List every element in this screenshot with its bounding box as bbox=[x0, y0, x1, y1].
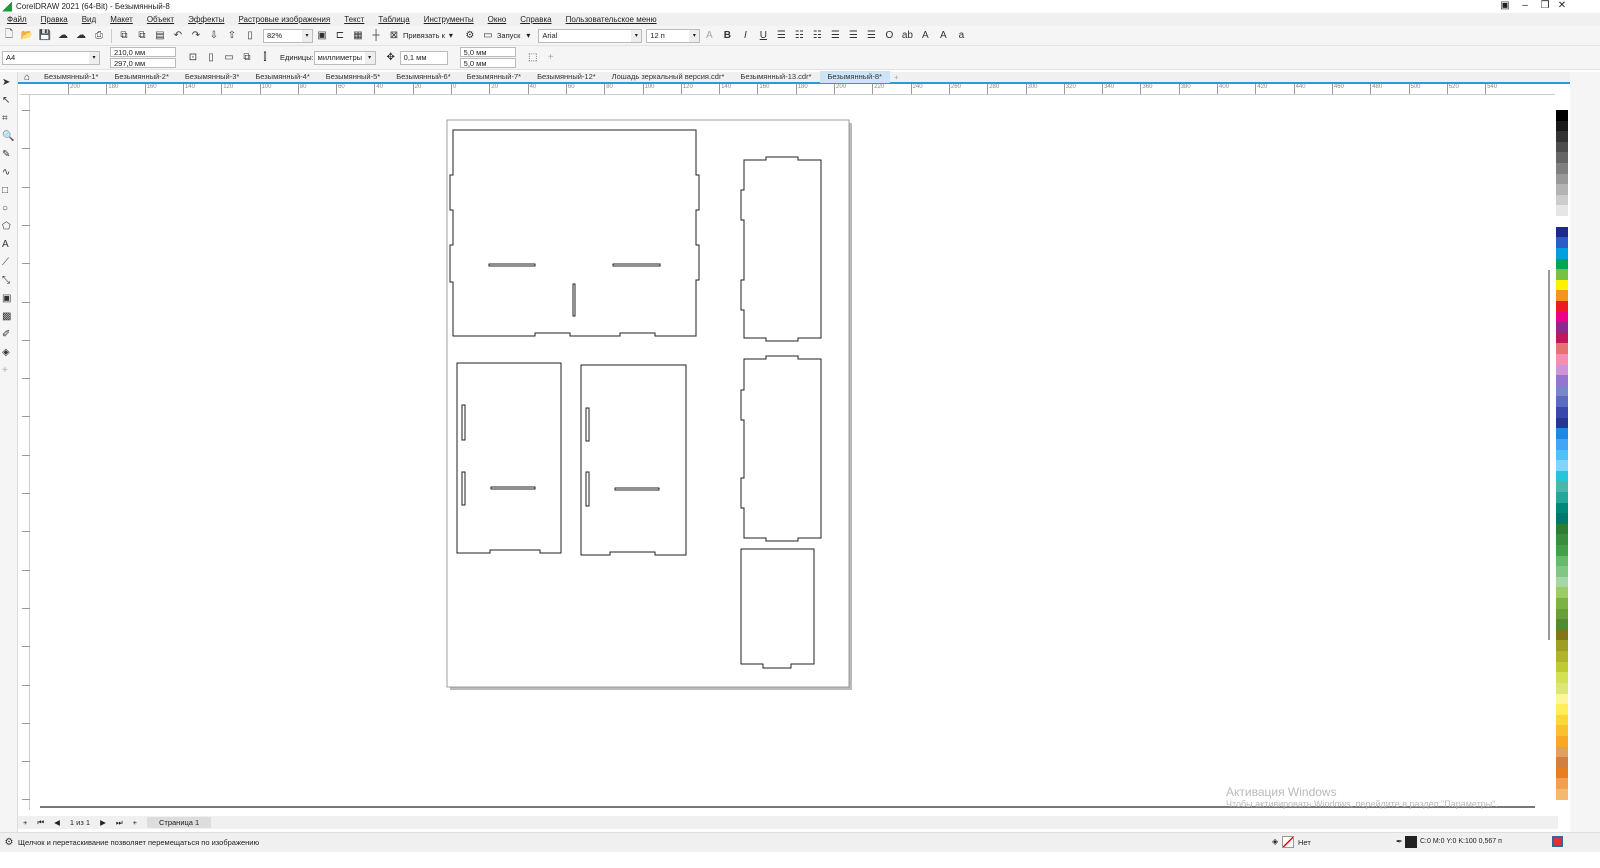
color-swatch[interactable] bbox=[1556, 110, 1568, 121]
color-swatch[interactable] bbox=[1556, 194, 1568, 206]
page-navigator: + ⏮ ◀ 1 из 1 ▶ ⏭ + Страница 1 bbox=[18, 816, 1558, 829]
color-swatch[interactable] bbox=[1556, 290, 1568, 301]
color-swatch[interactable] bbox=[1556, 704, 1568, 715]
color-swatch[interactable] bbox=[1556, 608, 1568, 620]
color-swatch[interactable] bbox=[1556, 449, 1568, 461]
outline-status: C:0 M:0 Y:0 K:100 0,567 п bbox=[1420, 838, 1502, 845]
gear-icon[interactable]: ⚙ bbox=[2, 836, 16, 850]
color-swatch[interactable] bbox=[1556, 300, 1568, 312]
color-swatch[interactable] bbox=[1556, 258, 1568, 270]
docker-strip bbox=[1570, 72, 1600, 832]
watermark-text: Чтобы активировать Windows, перейдите в … bbox=[1226, 799, 1498, 809]
color-swatch[interactable] bbox=[1556, 587, 1568, 599]
watermark-title: Активация Windows bbox=[1226, 785, 1337, 799]
color-swatch[interactable] bbox=[1556, 417, 1568, 429]
color-swatch[interactable] bbox=[1556, 311, 1568, 323]
color-swatch[interactable] bbox=[1556, 354, 1568, 365]
color-swatch[interactable] bbox=[1556, 598, 1568, 609]
color-swatch[interactable] bbox=[1556, 725, 1568, 736]
color-swatch[interactable] bbox=[1556, 279, 1568, 291]
color-palette[interactable] bbox=[1556, 110, 1568, 800]
color-swatch[interactable] bbox=[1556, 714, 1568, 726]
color-swatch[interactable] bbox=[1556, 778, 1568, 789]
status-hint: Щелчок и перетаскивание позволяет переме… bbox=[18, 838, 260, 847]
color-swatch[interactable] bbox=[1556, 661, 1568, 673]
color-swatch[interactable] bbox=[1556, 322, 1568, 333]
page-count: 1 из 1 bbox=[69, 818, 91, 827]
last-page-icon[interactable]: ⏭ bbox=[116, 818, 123, 828]
color-swatch[interactable] bbox=[1556, 332, 1568, 344]
color-swatch[interactable] bbox=[1556, 672, 1568, 683]
color-swatch[interactable] bbox=[1556, 375, 1568, 386]
color-swatch[interactable] bbox=[1556, 693, 1568, 705]
color-swatch[interactable] bbox=[1556, 396, 1568, 408]
color-swatch[interactable] bbox=[1556, 629, 1568, 641]
prev-page-icon[interactable]: ◀ bbox=[54, 818, 60, 827]
windows-activation-watermark: Активация Windows Чтобы активировать Win… bbox=[1226, 785, 1498, 809]
next-page-icon[interactable]: ▶ bbox=[100, 818, 106, 827]
color-swatch[interactable] bbox=[1556, 470, 1568, 482]
color-swatch[interactable] bbox=[1556, 682, 1568, 694]
color-swatch[interactable] bbox=[1556, 651, 1568, 662]
color-swatch[interactable] bbox=[1556, 407, 1568, 418]
color-swatch[interactable] bbox=[1556, 131, 1568, 142]
color-swatch[interactable] bbox=[1556, 566, 1568, 577]
color-swatch[interactable] bbox=[1556, 247, 1568, 259]
page bbox=[446, 119, 850, 688]
page-tab[interactable]: Страница 1 bbox=[146, 817, 212, 828]
add-page-end-icon[interactable]: + bbox=[133, 818, 137, 827]
no-fill-swatch[interactable] bbox=[1282, 836, 1294, 848]
first-page-icon[interactable]: ⏮ bbox=[37, 818, 44, 828]
color-swatch[interactable] bbox=[1556, 534, 1568, 545]
color-swatch[interactable] bbox=[1556, 237, 1568, 248]
color-swatch[interactable] bbox=[1556, 735, 1568, 747]
color-proof-icon[interactable] bbox=[1552, 836, 1563, 847]
color-swatch[interactable] bbox=[1556, 502, 1568, 514]
color-swatch[interactable] bbox=[1556, 428, 1568, 439]
color-swatch[interactable] bbox=[1556, 438, 1568, 450]
color-swatch[interactable] bbox=[1556, 141, 1568, 153]
color-swatch[interactable] bbox=[1556, 555, 1568, 567]
color-swatch[interactable] bbox=[1556, 152, 1568, 164]
color-swatch[interactable] bbox=[1556, 757, 1568, 768]
color-swatch[interactable] bbox=[1556, 491, 1568, 503]
color-swatch[interactable] bbox=[1556, 269, 1568, 280]
status-bar: ⚙ Щелчок и перетаскивание позволяет пере… bbox=[0, 832, 1600, 852]
color-swatch[interactable] bbox=[1556, 385, 1568, 397]
color-swatch[interactable] bbox=[1556, 789, 1568, 800]
color-swatch[interactable] bbox=[1556, 746, 1568, 758]
color-swatch[interactable] bbox=[1556, 513, 1568, 524]
outline-pen-icon: ✒ bbox=[1396, 837, 1403, 846]
color-swatch[interactable] bbox=[1556, 163, 1568, 174]
color-swatch[interactable] bbox=[1556, 184, 1568, 195]
color-swatch[interactable] bbox=[1556, 544, 1568, 556]
color-swatch[interactable] bbox=[1556, 767, 1568, 779]
add-page-icon[interactable]: + bbox=[23, 818, 27, 827]
vertical-scrollbar[interactable] bbox=[1548, 270, 1550, 640]
outline-color-swatch[interactable] bbox=[1405, 836, 1417, 848]
drawing-canvas[interactable] bbox=[0, 0, 1600, 868]
color-swatch[interactable] bbox=[1556, 619, 1568, 630]
color-swatch[interactable] bbox=[1556, 640, 1568, 652]
color-swatch[interactable] bbox=[1556, 523, 1568, 535]
color-swatch[interactable] bbox=[1556, 120, 1568, 132]
color-swatch[interactable] bbox=[1556, 460, 1568, 471]
fill-icon: ◈ bbox=[1272, 837, 1279, 846]
color-swatch[interactable] bbox=[1556, 205, 1568, 217]
color-swatch[interactable] bbox=[1556, 226, 1568, 238]
color-swatch[interactable] bbox=[1556, 343, 1568, 355]
color-swatch[interactable] bbox=[1556, 576, 1568, 588]
color-swatch[interactable] bbox=[1556, 481, 1568, 492]
color-swatch[interactable] bbox=[1556, 216, 1568, 227]
color-swatch[interactable] bbox=[1556, 173, 1568, 185]
color-swatch[interactable] bbox=[1556, 364, 1568, 376]
fill-status: Нет bbox=[1298, 838, 1311, 847]
